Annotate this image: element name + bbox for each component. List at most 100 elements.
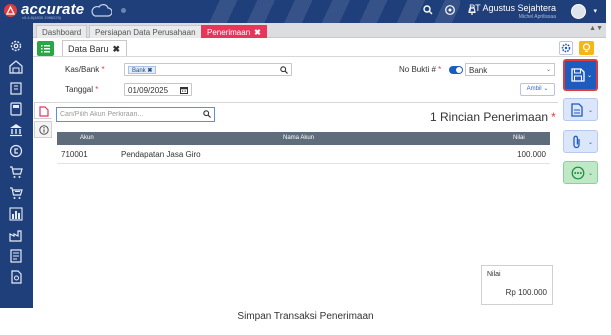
building-icon[interactable] [9,81,23,95]
search-icon[interactable] [203,110,211,120]
no-bukti-label-text: No Bukti # [399,65,436,74]
auto-number-toggle[interactable] [449,66,463,74]
total-summary: Nilai Rp 100.000 [481,265,553,305]
brand-version: v5.4.8(4830.1996229) [22,15,62,20]
top-bar: accurate v5.4.8(4830.1996229) PT Agustus… [0,0,606,23]
ledger-icon[interactable] [9,102,23,116]
bank-icon[interactable] [9,123,23,137]
chevron-down-icon: ⌄ [587,140,593,146]
factory-icon[interactable] [9,228,23,242]
tab-detail-rincian[interactable] [34,102,52,119]
document-icon[interactable] [9,270,23,284]
required-marker: * [438,65,442,74]
tab-scroll-chevron-icon[interactable]: ▲▼ [589,25,603,32]
warehouse-icon[interactable] [9,60,23,74]
form-settings-button[interactable] [559,41,573,55]
list-view-button[interactable] [37,41,54,56]
document-tab-label: Data Baru [68,44,109,54]
tab-label: Persiapan Data Perusahaan [95,28,196,37]
remove-chip-icon[interactable]: ✖ [147,68,152,74]
column-header-nilai[interactable]: Nilai [513,132,525,145]
shopping-cart-icon[interactable] [9,165,23,179]
info-icon [39,125,49,135]
calendar-icon[interactable] [180,86,188,96]
search-icon[interactable] [280,66,288,76]
chevron-down-icon: ⌄ [587,108,593,114]
settings-gear-icon[interactable] [9,39,23,53]
total-value: Rp 100.000 [505,288,547,297]
tab-dashboard[interactable]: Dashboard [36,25,88,38]
search-icon[interactable] [423,5,433,19]
header-divider [33,56,598,57]
left-nav [0,23,33,308]
detail-table-header: Akun Nama Akun Nilai [57,132,550,145]
chevron-down-icon: ⌄ [545,67,551,73]
tab-label: Dashboard [42,28,82,37]
row-nama-akun: Pendapatan Jasa Giro [121,150,201,159]
no-bukti-type-value: Bank [469,66,488,75]
delivery-cart-icon[interactable] [9,186,23,200]
more-actions-button[interactable]: ⌄ [563,161,598,184]
tanggal-label-text: Tanggal [65,85,94,94]
no-bukti-label: No Bukti # * [399,65,441,74]
column-header-nama-akun[interactable]: Nama Akun [283,132,314,145]
document-icon [39,106,49,117]
close-document-icon[interactable]: ✖ [113,44,121,54]
list-icon [41,45,50,53]
chevron-down-icon: ⌄ [543,86,549,92]
tab-label: Penerimaan [207,28,251,37]
chevron-down-icon[interactable]: ▾ [593,7,597,15]
tanggal-value: 01/09/2025 [128,86,169,95]
document-tab[interactable]: Data Baru ✖ [62,40,128,56]
paperclip-icon [573,135,580,149]
print-document-button[interactable]: ⌄ [563,98,598,121]
rincian-title: 1 Rincian Penerimaan * [430,110,556,124]
inventory-chart-icon[interactable] [9,207,23,221]
report-icon[interactable] [9,249,23,263]
close-tab-icon[interactable]: ✖ [254,28,261,37]
table-row[interactable]: 710001 Pendapatan Jasa Giro 100.000 [57,146,550,164]
kas-bank-field[interactable]: Bank ✖ [124,63,292,76]
coin-icon[interactable] [9,144,23,158]
document-icon [571,103,583,117]
row-akun: 710001 [61,150,88,159]
more-options-icon [571,166,585,180]
required-marker: * [551,110,556,124]
kas-bank-label: Kas/Bank * [65,65,105,74]
no-bukti-type-select[interactable]: Bank ⌄ [465,63,555,76]
avatar[interactable] [571,4,586,19]
tanggal-label: Tanggal * [65,85,98,94]
tab-penerimaan[interactable]: Penerimaan ✖ [201,25,267,38]
chevron-down-icon: ⌄ [586,73,592,79]
rincian-title-text: 1 Rincian Penerimaan [430,110,549,124]
company-info[interactable]: PT Agustus Sejahtera Michel Aprilissaa [469,3,556,20]
module-tab-bar: Dashboard Persiapan Data Perusahaan Pene… [33,23,606,38]
row-nilai: 100.000 [517,150,546,159]
selected-bank-chip[interactable]: Bank ✖ [128,66,157,74]
total-label: Nilai [487,271,501,278]
required-marker: * [101,65,105,74]
tips-button[interactable] [579,41,594,55]
akun-search-field[interactable] [56,107,215,122]
akun-search-input[interactable] [60,109,195,120]
ambil-button[interactable]: Ambil ⌄ [520,83,555,96]
save-button[interactable]: ⌄ [563,59,598,91]
tab-info[interactable] [34,121,52,138]
top-bar-decoration [200,0,460,23]
status-dot-icon [121,8,126,13]
figure-caption: Simpan Transaksi Penerimaan [237,311,374,322]
tab-persiapan-data[interactable]: Persiapan Data Perusahaan [89,25,202,38]
column-header-akun[interactable]: Akun [80,132,94,145]
required-marker: * [95,85,99,94]
attachment-button[interactable]: ⌄ [563,130,598,153]
cloud-icon [90,4,113,19]
floppy-disk-icon [571,68,585,82]
chevron-down-icon: ⌄ [587,171,593,177]
lightbulb-icon [582,43,591,52]
tanggal-field[interactable]: 01/09/2025 [124,83,192,96]
accurate-logo-icon [4,4,17,17]
help-icon[interactable] [445,5,455,19]
chip-label: Bank [132,68,146,74]
gear-icon [561,43,571,53]
ambil-label: Ambil [526,86,542,92]
